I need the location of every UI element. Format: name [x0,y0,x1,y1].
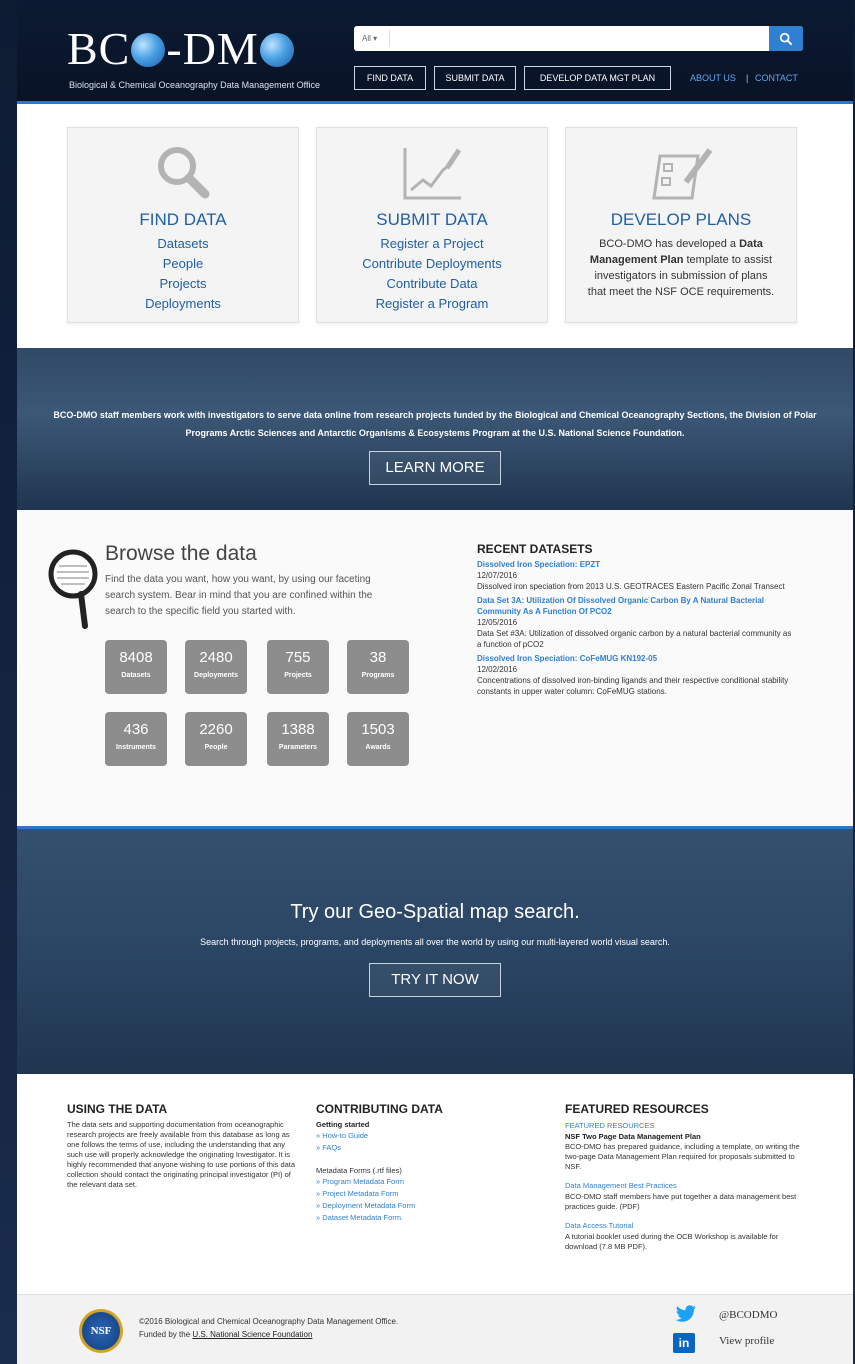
feature-title: FIND DATA [139,210,227,229]
nav-separator: | [746,73,749,83]
getting-started-label: Getting started [316,1120,370,1129]
nsf-logo[interactable]: NSF [79,1309,123,1353]
nav-contact[interactable]: CONTACT [755,73,798,83]
feature-find-data: FIND DATA Datasets People Projects Deplo… [67,127,299,323]
featured-resources-link[interactable]: FEATURED RESOURCES [565,1120,805,1132]
deployment-form-link[interactable]: » Deployment Metadata Form [316,1200,536,1212]
dataset-summary: Dissolved iron speciation from 2013 U.S.… [477,582,785,591]
resource-text: BCO-DMO staff members have put together … [565,1192,797,1211]
feature-submit-data: SUBMIT DATA Register a Project Contribut… [316,127,548,323]
nav-about-us[interactable]: ABOUT US [690,73,736,83]
link-deployments[interactable]: Deployments [68,294,298,314]
site-logo[interactable]: BC -DM [67,26,295,72]
stat-awards[interactable]: 1503 Awards [347,712,409,766]
feature-title: DEVELOP PLANS [610,210,752,229]
checklist-pencil-icon [566,142,796,204]
try-it-now-button[interactable]: TRY IT NOW [369,963,501,997]
map-search-title: Try our Geo-Spatial map search. [290,901,580,923]
resource-text: BCO-DMO has prepared guidance, including… [565,1142,800,1171]
list-item: Dissolved Iron Speciation: CoFeMUG KN192… [477,653,797,697]
dataset-title-link[interactable]: Data Set 3A: Utilization Of Dissolved Or… [477,595,797,617]
nav-find-data[interactable]: FIND DATA [354,66,426,90]
about-banner-text: BCO-DMO staff members work with investig… [53,410,817,438]
program-form-link[interactable]: » Program Metadata Form [316,1176,536,1188]
feature-title: SUBMIT DATA [376,210,488,229]
logo-subtitle: Biological & Chemical Oceanography Data … [69,80,320,90]
browse-intro: Find the data you want, how you want, by… [105,574,373,617]
link-projects[interactable]: Projects [68,274,298,294]
faqs-link[interactable]: » FAQs [316,1142,536,1154]
nsf-link[interactable]: U.S. National Science Foundation [192,1330,312,1339]
search-bar: All ▾ [354,26,803,51]
tutorial-link[interactable]: Data Access Tutorial [565,1220,805,1232]
footer-heading: USING THE DATA [67,1102,168,1116]
site-header: BC -DM Biological & Chemical Oceanography… [17,0,853,104]
dataset-title-link[interactable]: Dissolved Iron Speciation: CoFeMUG KN192… [477,653,797,664]
link-register-program[interactable]: Register a Program [317,294,547,314]
recent-datasets: RECENT DATASETS Dissolved Iron Speciatio… [477,542,797,700]
dataset-summary: Data Set #3A: Utilization of dissolved o… [477,629,792,649]
globe-icon [131,33,166,68]
resource-text: A tutorial booklet used during the OCB W… [565,1232,779,1251]
map-search-text: Search through projects, programs, and d… [200,937,670,947]
page: BC -DM Biological & Chemical Oceanography… [17,0,853,1364]
browse-title: Browse the data [105,542,257,565]
list-item: Dissolved Iron Speciation: EPZT 12/07/20… [477,559,797,592]
nav-submit-data[interactable]: SUBMIT DATA [434,66,516,90]
search-icon [779,32,793,45]
footer-heading: CONTRIBUTING DATA [316,1102,443,1116]
footer-featured-resources: FEATURED RESOURCES FEATURED RESOURCES NS… [565,1102,805,1252]
link-people[interactable]: People [68,254,298,274]
twitter-icon[interactable] [675,1305,697,1323]
recent-datasets-heading: RECENT DATASETS [477,542,593,556]
copyright-text: ©2016 Biological and Chemical Oceanograp… [139,1317,399,1339]
stat-people[interactable]: 2260 People [185,712,247,766]
metadata-forms-label: Metadata Forms (.rtf files) [316,1166,402,1175]
footer-using-data: USING THE DATA The data sets and support… [67,1102,297,1190]
about-banner: BCO-DMO staff members work with investig… [17,348,853,510]
dataset-form-link[interactable]: » Dataset Metadata Form. [316,1212,536,1224]
footer-heading: FEATURED RESOURCES [565,1102,709,1116]
dataset-summary: Concentrations of dissolved iron-binding… [477,676,789,696]
feature-develop-plans: DEVELOP PLANS BCO-DMO has developed a Da… [565,127,797,323]
dataset-date: 12/02/2016 [477,665,518,674]
dataset-date: 12/07/2016 [477,571,518,580]
link-register-project[interactable]: Register a Project [317,234,547,254]
stat-parameters[interactable]: 1388 Parameters [267,712,329,766]
site-footer: NSF ©2016 Biological and Chemical Oceano… [17,1294,853,1364]
nav-develop-plan[interactable]: DEVELOP DATA MGT PLAN [524,66,671,90]
project-form-link[interactable]: » Project Metadata Form [316,1188,536,1200]
footer-contributing-data: CONTRIBUTING DATA Getting started » How-… [316,1102,536,1224]
search-input[interactable] [394,29,774,48]
twitter-handle[interactable]: @BCODMO [719,1309,777,1321]
stat-projects[interactable]: 755 Projects [267,640,329,694]
linkedin-icon[interactable]: in [673,1333,695,1353]
link-contribute-data[interactable]: Contribute Data [317,274,547,294]
globe-icon [259,33,294,68]
best-practices-link[interactable]: Data Management Best Practices [565,1180,805,1192]
stat-programs[interactable]: 38 Programs [347,640,409,694]
stat-datasets[interactable]: 8408 Datasets [105,640,167,694]
stat-deployments[interactable]: 2480 Deployments [185,640,247,694]
chart-icon [317,142,547,204]
map-search-banner: Try our Geo-Spatial map search. Search t… [17,826,853,1074]
magnifier-icon [68,142,298,204]
linkedin-link[interactable]: View profile [719,1335,774,1347]
browse-section: Browse the data Find the data you want, … [17,510,853,826]
dataset-title-link[interactable]: Dissolved Iron Speciation: EPZT [477,559,797,570]
feature-description: BCO-DMO has developed a Data Management … [587,238,775,298]
list-item: Data Set 3A: Utilization Of Dissolved Or… [477,595,797,650]
link-datasets[interactable]: Datasets [68,234,298,254]
how-to-guide-link[interactable]: » How-to Guide [316,1130,536,1142]
link-contribute-deployments[interactable]: Contribute Deployments [317,254,547,274]
footer-text: The data sets and supporting documentati… [67,1120,296,1189]
dataset-date: 12/05/2016 [477,618,518,627]
search-button[interactable] [769,26,803,51]
resource-title: NSF Two Page Data Management Plan [565,1132,701,1141]
learn-more-button[interactable]: LEARN MORE [369,451,501,485]
stat-instruments[interactable]: 436 Instruments [105,712,167,766]
search-scope-select[interactable]: All ▾ [358,30,390,47]
